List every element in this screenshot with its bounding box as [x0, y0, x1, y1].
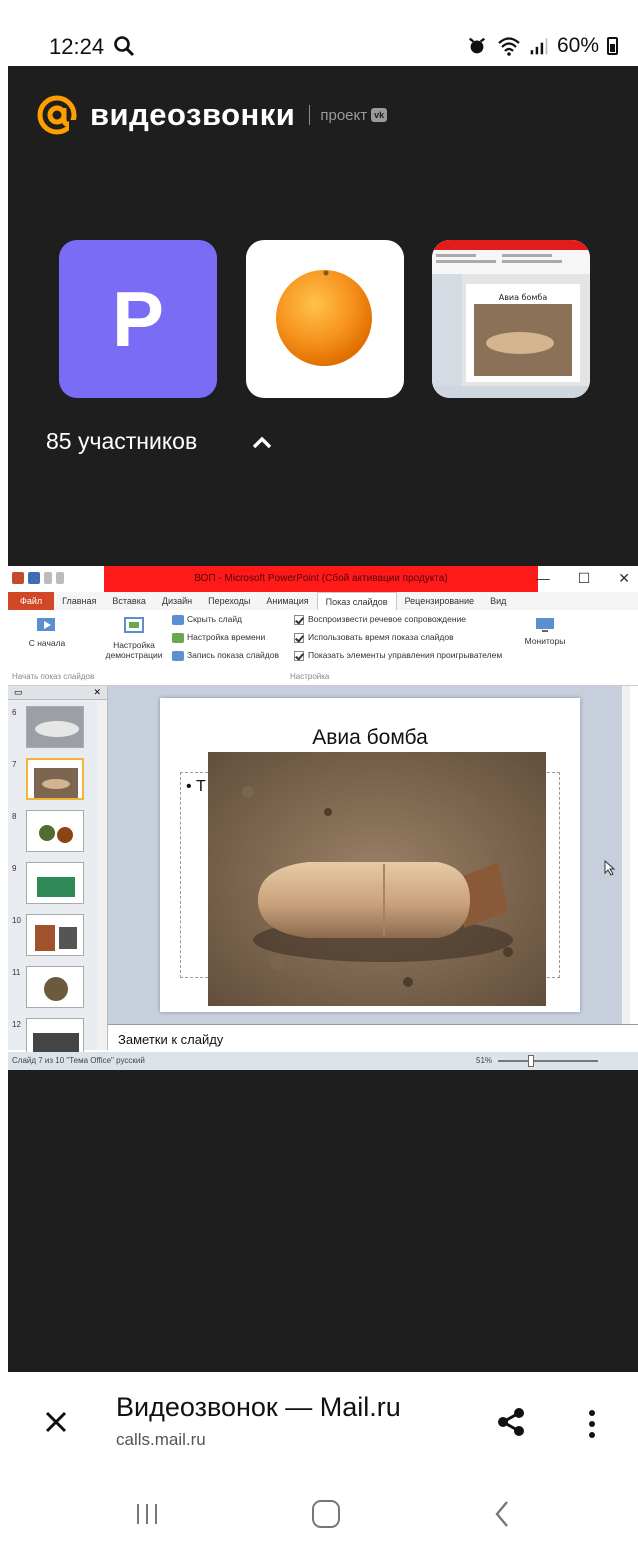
zoom-slider-knob	[528, 1055, 534, 1067]
tab-view: Вид	[490, 596, 507, 606]
setup-show-button: Настройка демонстрации	[104, 616, 164, 660]
brand-header: видеозвонки проект vk	[36, 94, 388, 136]
tab-home: Главная	[62, 596, 97, 606]
bomb-photo	[208, 752, 546, 1006]
window-controls: — ☐ ✕	[536, 570, 630, 587]
group-label-start: Начать показ слайдов	[12, 672, 95, 681]
monitor-icon	[536, 618, 554, 632]
zoom-slider-track	[498, 1060, 598, 1062]
window-title: ВОП - Microsoft PowerPoint (Сбой активац…	[104, 566, 538, 592]
editor-scrollbar	[622, 686, 630, 1024]
tab-transitions: Переходы	[208, 596, 251, 606]
share-icon[interactable]	[494, 1405, 528, 1439]
zoom-level: 51%	[476, 1056, 493, 1065]
back-icon[interactable]	[494, 1500, 510, 1528]
participant-tile-orange[interactable]	[246, 240, 404, 398]
slide-thumbnails-panel: ▭ ✕ 6 7 8 9 10 11 12	[8, 686, 108, 1060]
vk-logo-icon: vk	[371, 108, 388, 122]
panel-close-icon: ✕	[93, 687, 101, 697]
tab-file: Файл	[8, 592, 55, 610]
thumbnail-6: 6	[8, 704, 100, 752]
thumbnail-7-selected: 7	[8, 756, 100, 804]
search-icon	[114, 36, 135, 57]
chevron-up-icon[interactable]	[251, 434, 273, 450]
page-host: calls.mail.ru	[116, 1430, 206, 1449]
participants-count[interactable]: 85 участников	[46, 428, 197, 455]
maximize-icon: ☐	[577, 570, 591, 586]
avatar-letter: P	[111, 274, 165, 363]
setup-label: Настройка демонстрации	[105, 640, 163, 660]
slide-title: Авиа бомба	[312, 726, 428, 749]
at-logo-icon	[37, 95, 77, 135]
battery-icon	[607, 37, 618, 55]
tab-slideshow: Показ слайдов	[316, 592, 397, 610]
slide-editor: Авиа бомба • Т	[108, 686, 630, 1024]
signal-icon	[530, 38, 548, 55]
close-icon[interactable]	[42, 1408, 70, 1436]
ribbon-tabs: Файл Главная Вставка Дизайн Переходы Ани…	[8, 592, 638, 610]
panel-header: ▭ ✕	[8, 686, 107, 700]
participant-tile-avatar[interactable]: P	[59, 240, 217, 398]
call-area: видеозвонки проект vk P Авиа бомба 85 уч…	[8, 66, 638, 1372]
shared-screen[interactable]: ВОП - Microsoft PowerPoint (Сбой активац…	[8, 566, 638, 1070]
slideshow-start-icon	[37, 618, 55, 631]
thumbnail-9: 9	[8, 860, 100, 908]
monitors-button: Мониторы	[522, 616, 568, 646]
ribbon: С начала Настройка демонстрации Скрыть с…	[8, 610, 638, 686]
notes-pane: Заметки к слайду	[108, 1024, 638, 1052]
participant-tile-screen[interactable]: Авиа бомба	[432, 240, 590, 398]
record-button: Запись показа слайдов	[172, 650, 279, 661]
tab-review: Рецензирование	[404, 596, 475, 606]
close-window-icon: ✕	[618, 570, 630, 586]
current-slide: Авиа бомба • Т	[160, 698, 580, 1012]
outline-tab-icon: ▭	[14, 687, 23, 697]
quick-access-toolbar	[12, 572, 64, 584]
tab-insert: Вставка	[112, 596, 146, 606]
timing-button: Настройка времени	[172, 632, 265, 643]
status-icons: 60%	[465, 34, 618, 58]
brand-project-label: проект	[320, 106, 368, 124]
ppt-statusbar: Слайд 7 из 10 "Тема Office" русский 51%	[8, 1052, 638, 1070]
tab-animation: Анимация	[266, 596, 309, 606]
browser-bar: Видеозвонок — Mail.ru calls.mail.ru	[8, 1372, 638, 1472]
setup-icon	[124, 617, 144, 633]
ppt-titlebar: ВОП - Microsoft PowerPoint (Сбой активац…	[8, 566, 638, 592]
status-bar: 12:24 60%	[8, 0, 638, 66]
thumbnail-11: 11	[8, 964, 100, 1012]
brand-name: видеозвонки	[90, 97, 296, 132]
screen-share-preview: Авиа бомба	[432, 240, 590, 398]
from-start-label: С начала	[28, 638, 66, 648]
hide-slide-button: Скрыть слайд	[172, 614, 242, 625]
battery-percent: 60%	[556, 34, 599, 57]
mini-slide-title: Авиа бомба	[499, 293, 548, 302]
app-frame: 12:24 60% видеозвонки проект vk P Авиа б…	[8, 0, 638, 1551]
group-label-setup: Настройка	[290, 672, 330, 681]
brand-divider	[309, 105, 311, 125]
narration-checkbox: Воспроизвести речевое сопровождение	[294, 614, 466, 625]
more-options-icon[interactable]	[586, 1408, 598, 1440]
recent-apps-icon[interactable]	[134, 1502, 160, 1526]
controls-checkbox: Показать элементы управления проигрывате…	[294, 650, 502, 661]
orange-fruit-image	[276, 270, 372, 366]
alarm-icon	[468, 37, 485, 54]
tab-design: Дизайн	[161, 596, 193, 606]
slide-bullet: • Т	[186, 778, 206, 795]
thumbnail-10: 10	[8, 912, 100, 960]
minimize-icon: —	[535, 570, 550, 586]
thumbnail-8: 8	[8, 808, 100, 856]
wifi-icon	[498, 37, 520, 56]
notes-placeholder: Заметки к слайду	[118, 1032, 224, 1047]
from-start-button: С начала	[16, 616, 78, 648]
clock: 12:24	[49, 34, 105, 59]
monitors-label: Мониторы	[524, 636, 566, 646]
timings-checkbox: Использовать время показа слайдов	[294, 632, 454, 643]
mouse-cursor-icon	[604, 860, 616, 876]
slide-status: Слайд 7 из 10 "Тема Office" русский	[12, 1056, 145, 1065]
page-title: Видеозвонок — Mail.ru	[116, 1392, 401, 1422]
system-nav-bar	[8, 1472, 638, 1551]
home-icon[interactable]	[312, 1500, 340, 1528]
